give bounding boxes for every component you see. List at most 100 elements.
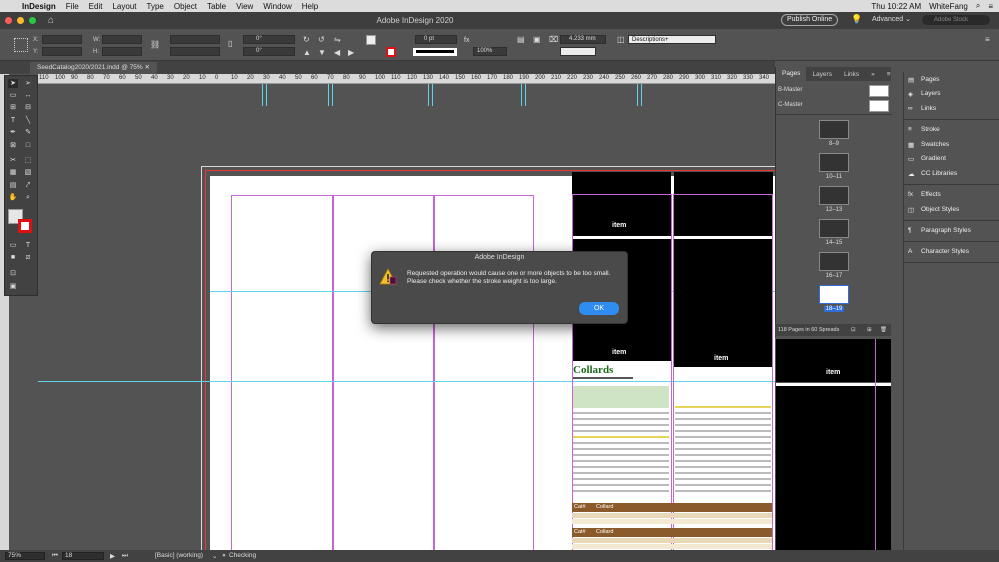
type-tool-icon[interactable]: T: [8, 116, 18, 125]
pencil-tool-icon[interactable]: ✎: [23, 128, 33, 137]
panel-stroke[interactable]: ≡ Stroke: [908, 126, 940, 133]
trash-icon[interactable]: 🗑: [880, 324, 887, 336]
master-b-label[interactable]: B-Master: [778, 87, 802, 93]
object-style-icon[interactable]: ◫: [617, 35, 625, 44]
rotate-field[interactable]: 0°: [243, 35, 295, 44]
guide-line[interactable]: [332, 84, 333, 106]
guide-line[interactable]: [328, 84, 329, 106]
master-c-thumbnail[interactable]: [869, 100, 889, 112]
master-b-thumbnail[interactable]: [869, 85, 889, 97]
workspace-switcher[interactable]: Advanced ⌄: [872, 15, 911, 23]
content-collector-icon[interactable]: ⊞: [8, 103, 18, 112]
next-page-icon[interactable]: ▶: [110, 552, 115, 560]
x-field[interactable]: [42, 35, 82, 44]
corner-options-icon[interactable]: ⌧: [549, 35, 558, 44]
panel-layers[interactable]: ◈ Layers: [908, 90, 941, 98]
panel-paragraph-styles[interactable]: ¶ Paragraph Styles: [908, 227, 971, 234]
image-frame[interactable]: item: [776, 339, 891, 382]
w-field[interactable]: [102, 35, 142, 44]
menu-object[interactable]: Object: [174, 2, 197, 11]
fill-swatch[interactable]: [366, 35, 376, 45]
gradient-feather-tool-icon[interactable]: ▧: [23, 168, 33, 177]
gradient-swatch-tool-icon[interactable]: ▦: [8, 168, 18, 177]
stroke-weight-field[interactable]: 0 pt: [415, 35, 457, 44]
collards-heading[interactable]: Collards: [573, 364, 613, 376]
panel-character-styles[interactable]: A Character Styles: [908, 248, 969, 255]
guide-line[interactable]: [262, 84, 263, 106]
adobe-stock-search-input[interactable]: Adobe Stock: [922, 15, 990, 25]
tab-links[interactable]: Links: [838, 71, 865, 78]
rotate-cw-icon[interactable]: ↻: [303, 35, 310, 44]
new-page-icon[interactable]: ⊞: [867, 324, 872, 336]
menu-view[interactable]: View: [236, 2, 253, 11]
frame-fitting-icon[interactable]: ▣: [533, 35, 541, 44]
lock-scale-icon[interactable]: ▯: [228, 39, 232, 48]
text-wrap-icon[interactable]: ▤: [517, 35, 525, 44]
edit-page-size-icon[interactable]: ⊡: [851, 324, 856, 336]
guide-line[interactable]: [521, 84, 522, 106]
y-field[interactable]: [42, 47, 82, 56]
formatting-text-icon[interactable]: T: [23, 241, 33, 250]
object-style-dropdown[interactable]: Descriptions+: [628, 35, 716, 44]
apply-color-icon[interactable]: ■: [8, 253, 18, 262]
scale-x-field[interactable]: [170, 35, 220, 44]
panel-swatches[interactable]: ▦ Swatches: [908, 141, 949, 149]
panel-cc-libraries[interactable]: ☁ CC Libraries: [908, 170, 957, 178]
rotate-ccw-icon[interactable]: ↺: [318, 35, 325, 44]
rectangle-frame-tool-icon[interactable]: ⊠: [8, 141, 18, 150]
stroke-color-swatch[interactable]: [18, 219, 32, 233]
note-tool-icon[interactable]: ▤: [8, 181, 18, 190]
image-frame[interactable]: [776, 386, 891, 550]
document-tab[interactable]: SeedCatalog2020/2021.indd @ 75% ✕: [30, 62, 157, 74]
menu-help[interactable]: Help: [302, 2, 318, 11]
master-dropdown-icon[interactable]: ⌄: [212, 552, 217, 560]
menu-type[interactable]: Type: [147, 2, 164, 11]
collapse-panel-icon[interactable]: »: [865, 71, 881, 78]
h-field[interactable]: [102, 47, 142, 56]
preflight-status[interactable]: Checking: [229, 552, 256, 559]
first-page-icon[interactable]: ⏮: [52, 552, 58, 560]
menu-table[interactable]: Table: [207, 2, 226, 11]
search-icon[interactable]: ⌕: [976, 1, 980, 11]
menu-edit[interactable]: Edit: [89, 2, 103, 11]
formatting-container-icon[interactable]: ▭: [8, 241, 18, 250]
spread-thumbnail[interactable]: [819, 219, 849, 238]
guide-line[interactable]: [266, 84, 267, 106]
app-menu[interactable]: InDesign: [22, 2, 56, 11]
reference-point-icon[interactable]: [14, 38, 28, 52]
corner-shape-dropdown[interactable]: [560, 47, 596, 56]
close-tab-icon[interactable]: ✕: [144, 64, 149, 71]
publish-online-button[interactable]: Publish Online: [781, 14, 839, 26]
opacity-field[interactable]: 100%: [473, 47, 507, 56]
last-page-icon[interactable]: ⏭: [122, 552, 128, 560]
hand-tool-icon[interactable]: ✋: [8, 193, 18, 202]
guide-line[interactable]: [432, 84, 433, 106]
flip-horizontal-icon[interactable]: ⇋: [334, 35, 341, 44]
spread-thumbnail-selected[interactable]: [819, 285, 849, 304]
tab-layers[interactable]: Layers: [806, 71, 838, 78]
stroke-swatch[interactable]: [386, 47, 396, 57]
rectangle-tool-icon[interactable]: □: [23, 141, 33, 150]
constrain-proportions-icon[interactable]: ⛓: [150, 40, 160, 49]
spread-thumbnail[interactable]: [819, 153, 849, 172]
spread-thumbnail[interactable]: [819, 186, 849, 205]
apply-none-icon[interactable]: ⧄: [23, 253, 33, 262]
drop-shadow-icon[interactable]: fx: [464, 37, 469, 44]
page-tool-icon[interactable]: ▭: [8, 91, 18, 100]
horizontal-ruler[interactable]: 110 100 90 80 70 60 50 40 30 20 10 0 10 …: [38, 74, 775, 84]
zoom-tool-icon[interactable]: ⌕: [23, 193, 33, 202]
selection-tool-icon[interactable]: ➤: [8, 79, 18, 88]
gap-tool-icon[interactable]: ↔: [23, 91, 33, 100]
menu-layout[interactable]: Layout: [112, 2, 136, 11]
tab-pages[interactable]: Pages: [776, 67, 807, 81]
select-next-icon[interactable]: ▶: [348, 48, 354, 57]
panel-effects[interactable]: fx Effects: [908, 191, 941, 198]
spread-thumbnail[interactable]: [819, 120, 849, 139]
spread-thumbnail[interactable]: [819, 252, 849, 271]
scale-y-field[interactable]: [170, 47, 220, 56]
panel-gradient[interactable]: ▭ Gradient: [908, 155, 946, 163]
content-placer-icon[interactable]: ⊟: [23, 103, 33, 112]
select-container-icon[interactable]: ▲: [303, 48, 311, 57]
guide-line[interactable]: [637, 84, 638, 106]
ok-button[interactable]: OK: [579, 302, 619, 315]
